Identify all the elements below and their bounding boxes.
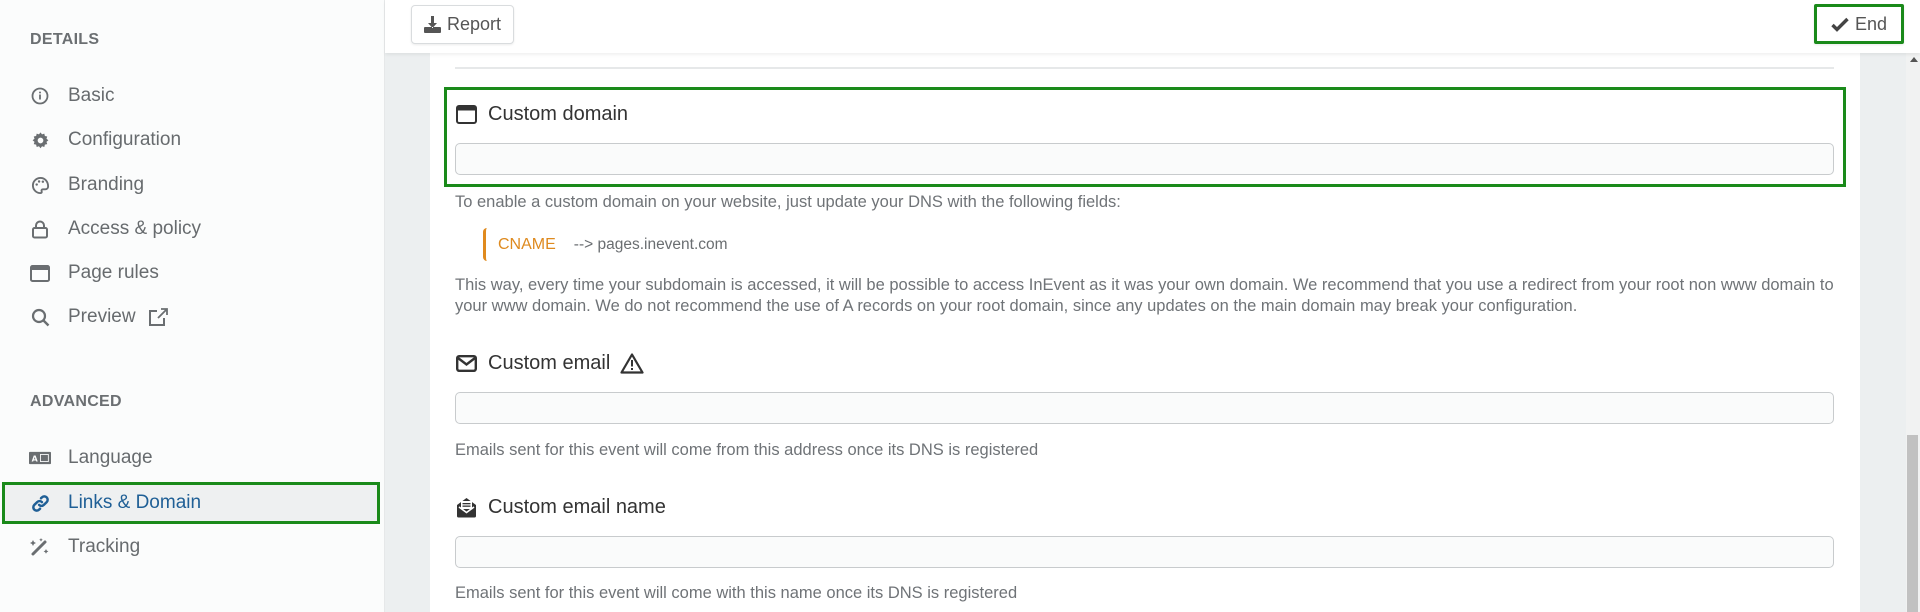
custom-domain-input[interactable]	[455, 143, 1834, 175]
envelope-icon	[456, 355, 477, 372]
warning-icon	[620, 353, 644, 374]
dns-record-value: --> pages.inevent.com	[573, 235, 728, 253]
custom-email-help: Emails sent for this event will come fro…	[455, 441, 1039, 459]
sidebar-item-label: Configuration	[68, 129, 182, 150]
sidebar: DETAILS Basic Configuration Branding Acc…	[0, 0, 385, 612]
sidebar-item-label: Links & Domain	[68, 492, 202, 513]
envelope-open-text-icon	[456, 497, 477, 518]
custom-domain-help: To enable a custom domain on your websit…	[455, 193, 1121, 211]
custom-email-name-help: Emails sent for this event will come wit…	[455, 584, 1018, 602]
scroll-up-arrow-icon[interactable]	[1910, 57, 1918, 62]
sidebar-item-links-domain[interactable]: Links & Domain	[2, 482, 380, 524]
sidebar-item-branding[interactable]: Branding	[2, 165, 380, 205]
sidebar-item-label: Tracking	[68, 536, 141, 557]
sidebar-item-label: Preview	[68, 306, 136, 327]
lock-icon	[29, 218, 51, 240]
sidebar-item-tracking[interactable]: Tracking	[2, 527, 380, 567]
custom-email-label: Custom email	[488, 352, 611, 374]
gear-icon	[29, 129, 51, 151]
dns-record-type: CNAME	[498, 235, 556, 253]
section-divider	[455, 67, 1834, 69]
end-button[interactable]: End	[1814, 4, 1905, 44]
report-button-label: Report	[447, 14, 502, 34]
custom-email-title: Custom email	[456, 352, 644, 375]
check-icon	[1831, 17, 1849, 32]
advanced-heading: ADVANCED	[30, 393, 122, 410]
sidebar-item-label: Language	[68, 447, 153, 468]
sidebar-item-label: Access & policy	[68, 218, 202, 239]
sidebar-item-label: Basic	[68, 85, 115, 106]
window-icon	[456, 105, 477, 124]
sidebar-item-access-policy[interactable]: Access & policy	[2, 209, 380, 249]
info-circle-icon	[29, 85, 51, 107]
sidebar-item-page-rules[interactable]: Page rules	[2, 253, 380, 293]
sidebar-item-label: Page rules	[68, 262, 159, 283]
palette-icon	[29, 174, 51, 196]
sidebar-item-label: Branding	[68, 174, 145, 195]
custom-domain-title: Custom domain	[456, 103, 628, 126]
details-heading: DETAILS	[30, 31, 100, 48]
search-icon	[29, 306, 51, 328]
magic-wand-icon	[29, 536, 51, 558]
svg-text:A: A	[32, 455, 39, 464]
sidebar-item-language[interactable]: A Language	[2, 438, 380, 478]
external-link-icon[interactable]	[148, 307, 169, 327]
download-icon	[424, 16, 441, 33]
custom-email-name-title: Custom email name	[456, 496, 666, 519]
custom-domain-label: Custom domain	[488, 103, 629, 125]
end-button-label: End	[1855, 13, 1888, 34]
link-icon	[29, 492, 51, 514]
custom-email-name-input[interactable]	[455, 536, 1834, 568]
scrollbar-thumb[interactable]	[1907, 435, 1918, 612]
report-button[interactable]: Report	[411, 5, 515, 44]
top-toolbar: Report End	[385, 0, 1920, 53]
custom-email-input[interactable]	[455, 392, 1834, 424]
sidebar-item-basic[interactable]: Basic	[2, 76, 380, 116]
sidebar-item-preview[interactable]: Preview	[2, 297, 380, 337]
custom-domain-note: This way, every time your subdomain is a…	[455, 276, 1834, 315]
window-icon	[29, 262, 51, 284]
sidebar-item-configuration[interactable]: Configuration	[2, 120, 380, 160]
custom-email-name-label: Custom email name	[488, 496, 666, 518]
language-icon: A	[29, 447, 51, 469]
dns-record: CNAME --> pages.inevent.com	[483, 228, 728, 261]
